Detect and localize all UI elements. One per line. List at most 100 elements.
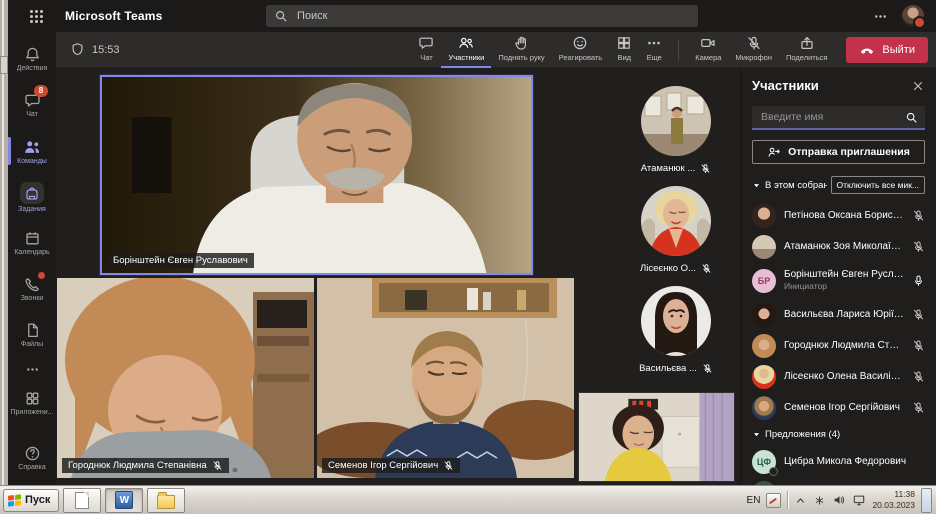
close-panel-icon[interactable] <box>911 79 925 93</box>
show-desktop-button[interactable] <box>921 487 932 513</box>
avatar-tile-liseenko[interactable]: Лісеєнко О... <box>640 186 712 274</box>
taskbar-app-word[interactable]: W <box>105 487 144 513</box>
mic-off-icon[interactable] <box>912 308 925 321</box>
avatar-tile-atamaniuk[interactable]: Атаманюк ... <box>641 86 712 174</box>
volume-tray-icon[interactable] <box>832 493 846 507</box>
participant-row[interactable]: Васильєва Лариса Юріївна <box>752 299 925 330</box>
toolbar-share-button[interactable]: Поделиться <box>779 35 834 64</box>
share-screen-icon <box>801 36 813 50</box>
chat-bubble-icon <box>419 37 434 49</box>
sidebar-more-icon[interactable] <box>25 358 40 380</box>
participant-search-input[interactable] <box>759 110 899 124</box>
video-tile-small[interactable] <box>578 392 735 482</box>
toolbar-raise-hand-button[interactable]: Поднять руку <box>491 32 551 68</box>
file-icon <box>27 323 38 337</box>
toolbar-chat-button[interactable]: Чат <box>411 32 441 68</box>
search-input[interactable] <box>295 9 690 23</box>
avatar-photo <box>641 286 711 356</box>
document-icon <box>75 491 90 509</box>
section-suggestions[interactable]: Предложения (4) <box>752 429 840 440</box>
folder-icon <box>157 491 176 509</box>
video-name-label: Семенов Ігор Сергійович <box>322 458 461 473</box>
taskbar-clock[interactable]: 11:38 20.03.2023 <box>872 489 915 510</box>
suggestion-row[interactable]: ЦФ Цибра Микола Федорович <box>752 446 925 477</box>
chevron-down-icon <box>753 433 760 437</box>
participant-search[interactable] <box>752 106 925 130</box>
invite-icon <box>768 147 780 157</box>
toolbar-divider <box>678 38 680 61</box>
raised-hand-icon <box>514 36 526 50</box>
video-name-label: Городнюк Людмила Степанівна <box>62 458 229 473</box>
more-options-icon[interactable] <box>873 9 888 24</box>
sidebar-item-calls[interactable]: Звонки <box>8 266 56 312</box>
sidebar-item-calendar[interactable]: Календарь <box>8 220 56 266</box>
meeting-duration: 15:53 <box>70 42 120 57</box>
video-tile-gorodniuk[interactable]: Городнюк Людмила Степанівна <box>57 278 314 478</box>
video-feed <box>102 77 531 273</box>
language-bar-icon[interactable] <box>766 492 782 508</box>
shield-icon <box>72 43 83 56</box>
participant-row[interactable]: Лісеєнко Олена Василівна <box>752 361 925 392</box>
smiley-icon <box>574 36 587 50</box>
search-icon <box>276 11 287 22</box>
start-button[interactable]: Пуск <box>3 488 60 512</box>
toolbar-more-button[interactable]: Еще <box>639 32 669 68</box>
toolbar-react-button[interactable]: Реагировать <box>552 32 610 68</box>
toolbar-participants-button[interactable]: Участники <box>441 32 492 68</box>
participant-row-organizer[interactable]: БР Борінштейн Євген Руславович Инициатор <box>752 262 925 299</box>
participant-row[interactable]: Городнюк Людмила Степанівна <box>752 330 925 361</box>
video-name-label: Борінштейн Євген Руславович <box>107 253 254 268</box>
mic-off-icon[interactable] <box>912 240 925 253</box>
taskbar-app-document[interactable] <box>63 487 102 513</box>
sidebar-item-assignments[interactable]: Задания <box>8 174 56 220</box>
avatar-name-label: Васильєва ... <box>639 363 713 374</box>
sidebar-item-files[interactable]: Файлы <box>8 312 56 358</box>
participant-row[interactable]: Семенов Ігор Сергійович <box>752 392 925 423</box>
mic-off-icon[interactable] <box>912 209 925 222</box>
sidebar-item-teams[interactable]: Команды <box>8 128 56 174</box>
toolbar-camera-button[interactable]: Камера <box>688 35 728 64</box>
app-launcher-icon[interactable] <box>30 9 43 23</box>
taskbar-app-folder[interactable] <box>147 487 186 513</box>
global-search[interactable] <box>266 5 698 27</box>
leave-meeting-button[interactable]: Выйти <box>846 36 928 63</box>
app-sidebar: Действия 8 Чат Команды Задания Календарь… <box>8 32 56 485</box>
toolbar-microphone-button[interactable]: Микрофон <box>728 35 779 64</box>
dots-icon <box>26 367 38 371</box>
sidebar-item-chat[interactable]: 8 Чат <box>8 82 56 128</box>
video-tile-semenov[interactable]: Семенов Ігор Сергійович <box>317 278 574 478</box>
video-feed <box>317 278 574 478</box>
avatar-tile-vasylieva[interactable]: Васильєва ... <box>639 286 713 374</box>
section-in-meeting[interactable]: В этом собрании (7) <box>752 180 827 191</box>
calls-notification-dot <box>38 272 45 279</box>
participant-row[interactable]: Атаманюк Зоя Миколаївна <box>752 231 925 262</box>
mic-on-icon[interactable] <box>912 274 925 287</box>
send-invite-button[interactable]: Отправка приглашения <box>752 140 925 164</box>
participant-avatar <box>752 364 776 389</box>
bluetooth-tray-icon[interactable] <box>813 494 826 507</box>
view-grid-icon <box>618 37 631 49</box>
hidden-icons-chevron[interactable] <box>794 494 807 507</box>
camera-icon <box>701 38 715 48</box>
mic-off-icon[interactable] <box>912 370 925 383</box>
mic-off-icon <box>702 264 711 274</box>
mic-off-icon[interactable] <box>912 401 925 414</box>
toolbar-view-button[interactable]: Вид <box>609 32 639 68</box>
mic-off-icon[interactable] <box>912 339 925 352</box>
network-tray-icon[interactable] <box>852 493 866 507</box>
mic-off-icon <box>701 164 710 174</box>
video-tile-borinshtein[interactable]: Борінштейн Євген Руславович <box>99 74 534 276</box>
profile-avatar[interactable] <box>902 5 926 29</box>
sidebar-item-apps[interactable]: Приложени... <box>8 380 56 426</box>
system-tray: EN 11:38 20.03.2023 <box>747 487 933 513</box>
participant-row[interactable]: Петінова Оксана Борисівна <box>752 200 925 231</box>
sidebar-item-activity[interactable]: Действия <box>8 36 56 82</box>
panel-title: Участники <box>752 78 819 93</box>
bell-icon <box>25 47 39 62</box>
sidebar-item-help[interactable]: Справка <box>8 435 56 481</box>
participant-avatar-initials: ЦФ <box>752 449 778 476</box>
audio-participants-column: Атаманюк ... Лісеєнко О... Васильєва ... <box>610 86 742 386</box>
mute-all-button[interactable]: Отключить все мик... <box>830 176 925 194</box>
language-indicator[interactable]: EN <box>747 495 761 506</box>
teams-titlebar: Microsoft Teams <box>8 0 936 32</box>
